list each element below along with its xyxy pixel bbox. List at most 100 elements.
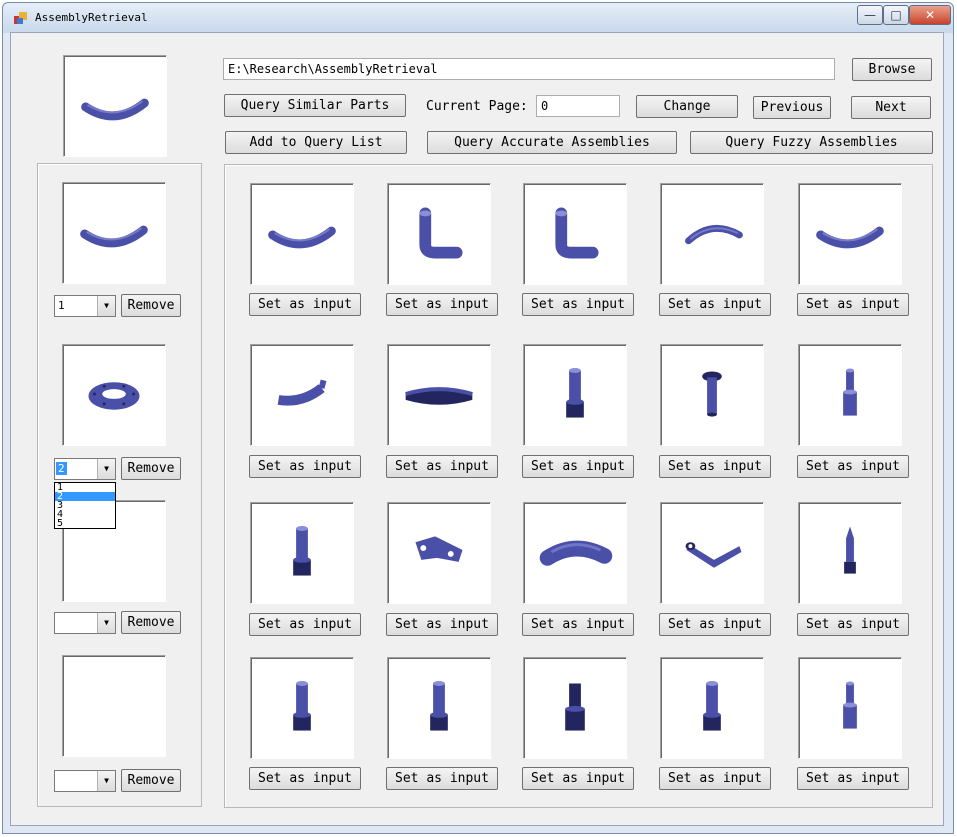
query-preview xyxy=(63,55,167,157)
curved-rod-icon xyxy=(268,226,336,249)
pin-icon xyxy=(843,368,857,416)
bolt-icon xyxy=(430,681,448,731)
query-slot-image xyxy=(62,344,166,446)
query-similar-parts-button[interactable]: Query Similar Parts xyxy=(224,94,406,117)
dropdown-option[interactable]: 1 xyxy=(55,483,115,493)
chevron-down-icon[interactable]: ▼ xyxy=(97,296,115,316)
set-as-input-button[interactable]: Set as input xyxy=(797,613,909,636)
tapered-pin-icon xyxy=(844,526,856,574)
flange-ring-icon xyxy=(88,382,140,410)
set-as-input-button[interactable]: Set as input xyxy=(249,767,361,790)
dropdown-option[interactable]: 3 xyxy=(55,501,115,511)
set-as-input-button[interactable]: Set as input xyxy=(249,613,361,636)
set-as-input-button[interactable]: Set as input xyxy=(386,767,498,790)
slot-dropdown-list[interactable]: 12345 xyxy=(54,482,116,529)
result-part-image xyxy=(523,344,627,446)
query-slot-image xyxy=(62,655,166,757)
result-part-image xyxy=(660,344,764,446)
slot-count-select[interactable]: 2 ▼ xyxy=(54,458,116,480)
remove-button[interactable]: Remove xyxy=(121,611,181,634)
curved-rod-icon xyxy=(81,98,149,121)
curved-clip-icon xyxy=(277,379,327,406)
set-as-input-button[interactable]: Set as input xyxy=(659,293,771,316)
bolt-icon xyxy=(293,681,311,731)
set-as-input-button[interactable]: Set as input xyxy=(522,455,634,478)
set-as-input-button[interactable]: Set as input xyxy=(659,767,771,790)
query-fuzzy-assemblies-button[interactable]: Query Fuzzy Assemblies xyxy=(690,131,933,154)
next-button[interactable]: Next xyxy=(851,96,931,119)
result-part-image xyxy=(387,502,491,604)
add-to-query-list-button[interactable]: Add to Query List xyxy=(225,131,407,154)
bent-tube-icon xyxy=(539,540,613,566)
slot-count-select[interactable]: ▼ xyxy=(54,770,116,792)
result-part-image xyxy=(660,657,764,759)
result-part-image xyxy=(250,502,354,604)
remove-button[interactable]: Remove xyxy=(121,769,181,792)
arc-rod-icon xyxy=(685,225,743,245)
result-part-image xyxy=(798,183,902,285)
result-part-image xyxy=(250,183,354,285)
remove-button[interactable]: Remove xyxy=(121,457,181,480)
set-as-input-button[interactable]: Set as input xyxy=(522,613,634,636)
set-as-input-button[interactable]: Set as input xyxy=(249,455,361,478)
remove-button[interactable]: Remove xyxy=(121,294,181,317)
set-as-input-button[interactable]: Set as input xyxy=(386,613,498,636)
slot-count-value: 2 xyxy=(56,462,67,475)
set-as-input-button[interactable]: Set as input xyxy=(659,613,771,636)
chevron-down-icon[interactable]: ▼ xyxy=(97,613,115,633)
dropdown-option[interactable]: 2 xyxy=(55,492,115,502)
curved-rod-icon xyxy=(80,225,148,248)
l-pipe-icon xyxy=(419,207,463,259)
set-as-input-button[interactable]: Set as input xyxy=(797,293,909,316)
bolt-icon xyxy=(566,368,584,418)
l-pipe-icon xyxy=(555,207,599,259)
minimize-button[interactable]: — xyxy=(857,5,883,25)
result-part-image xyxy=(250,657,354,759)
slot-count-value: 1 xyxy=(58,299,65,312)
set-as-input-button[interactable]: Set as input xyxy=(249,293,361,316)
lever-arm-icon xyxy=(685,542,742,568)
result-part-image xyxy=(798,344,902,446)
title-bar: AssemblyRetrieval — □ ✕ xyxy=(3,3,953,33)
browse-button[interactable]: Browse xyxy=(852,58,932,81)
slot-count-select[interactable]: 1 ▼ xyxy=(54,295,116,317)
result-part-image xyxy=(798,657,902,759)
set-as-input-button[interactable]: Set as input xyxy=(797,767,909,790)
change-button[interactable]: Change xyxy=(636,95,738,118)
set-as-input-button[interactable]: Set as input xyxy=(386,455,498,478)
window-title: AssemblyRetrieval xyxy=(35,11,148,24)
result-part-image xyxy=(387,657,491,759)
rivet-icon xyxy=(702,371,722,417)
result-part-image xyxy=(798,502,902,604)
set-as-input-button[interactable]: Set as input xyxy=(386,293,498,316)
pin-icon xyxy=(843,681,857,729)
dropdown-option[interactable]: 5 xyxy=(55,519,115,529)
previous-button[interactable]: Previous xyxy=(753,96,831,119)
hex-bolt-icon xyxy=(565,683,585,731)
current-page-input[interactable]: 0 xyxy=(536,95,620,117)
dropdown-option[interactable]: 4 xyxy=(55,510,115,520)
chevron-down-icon[interactable]: ▼ xyxy=(97,771,115,791)
app-icon xyxy=(14,12,27,24)
result-part-image xyxy=(660,183,764,285)
set-as-input-button[interactable]: Set as input xyxy=(522,293,634,316)
query-accurate-assemblies-button[interactable]: Query Accurate Assemblies xyxy=(427,131,677,154)
close-button[interactable]: ✕ xyxy=(909,5,951,25)
slot-count-select[interactable]: ▼ xyxy=(54,612,116,634)
current-page-label: Current Page: xyxy=(426,99,528,114)
set-as-input-button[interactable]: Set as input xyxy=(797,455,909,478)
bolt-icon xyxy=(703,681,721,731)
result-part-image xyxy=(387,183,491,285)
result-part-image xyxy=(523,657,627,759)
result-part-image xyxy=(523,502,627,604)
set-as-input-button[interactable]: Set as input xyxy=(522,767,634,790)
path-input[interactable]: E:\Research\AssemblyRetrieval xyxy=(223,58,835,80)
result-part-image xyxy=(523,183,627,285)
bolt-icon xyxy=(293,526,311,576)
result-part-image xyxy=(250,344,354,446)
maximize-button[interactable]: □ xyxy=(883,5,909,25)
arc-plate-icon xyxy=(405,387,473,405)
set-as-input-button[interactable]: Set as input xyxy=(659,455,771,478)
chevron-down-icon[interactable]: ▼ xyxy=(97,459,115,479)
bracket-icon xyxy=(415,536,463,562)
